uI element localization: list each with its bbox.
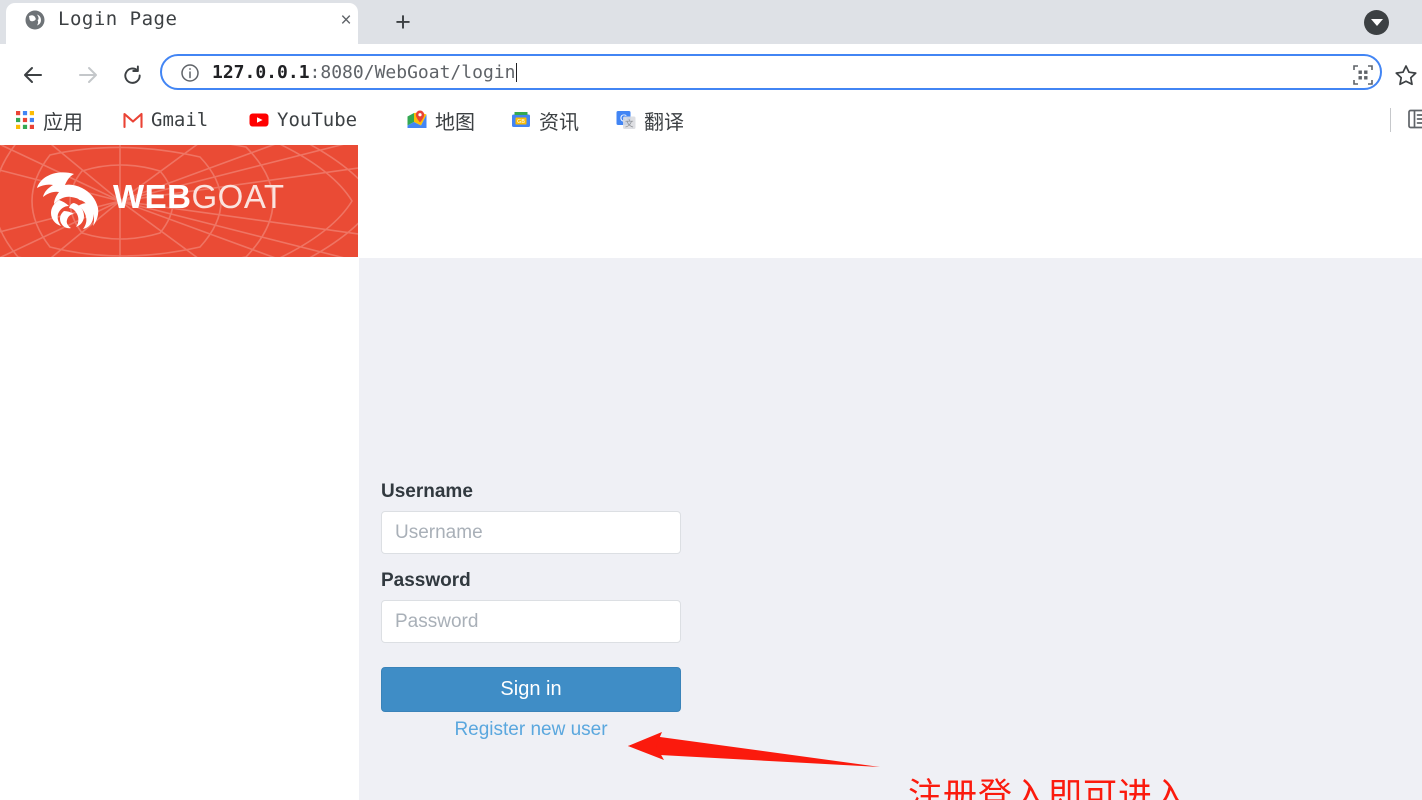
apps-grid-icon bbox=[14, 109, 36, 131]
translate-icon: G 文 bbox=[615, 109, 637, 131]
register-new-user-link[interactable]: Register new user bbox=[381, 719, 681, 741]
reload-icon[interactable] bbox=[112, 55, 152, 95]
brand-goat: GOAT bbox=[191, 178, 285, 215]
username-input[interactable] bbox=[381, 511, 681, 554]
page-header-white-area bbox=[359, 144, 1422, 258]
webgoat-brand-banner: WEBGOAT bbox=[0, 145, 358, 257]
bookmark-apps[interactable]: 应用 bbox=[14, 105, 83, 135]
bookmark-translate[interactable]: G 文 翻译 bbox=[615, 105, 684, 135]
bookmark-label: Gmail bbox=[151, 109, 209, 131]
bookmark-maps[interactable]: 地图 bbox=[406, 105, 475, 135]
bookmark-label: YouTube bbox=[277, 109, 358, 131]
bookmark-label: 资讯 bbox=[539, 109, 579, 134]
password-input[interactable] bbox=[381, 600, 681, 643]
bookmark-label: 翻译 bbox=[644, 109, 684, 134]
form-spacer bbox=[381, 554, 681, 570]
bookmark-gmail[interactable]: Gmail bbox=[122, 105, 208, 135]
svg-text:GB: GB bbox=[517, 119, 525, 125]
svg-text:文: 文 bbox=[625, 119, 634, 130]
arrow-left-icon[interactable] bbox=[13, 55, 53, 95]
bookmark-label: 应用 bbox=[43, 109, 83, 134]
text-caret bbox=[516, 63, 518, 82]
annotation-text: 注册登入即可进入 bbox=[908, 776, 1188, 800]
browser-window: Login Page × + 127.0.0.1:8080/WebGoat/lo… bbox=[0, 0, 1422, 800]
brand-web: WEB bbox=[113, 178, 192, 215]
tab-title: Login Page bbox=[58, 8, 178, 30]
address-bar[interactable]: 127.0.0.1:8080/WebGoat/login bbox=[160, 54, 1417, 90]
youtube-icon bbox=[248, 109, 270, 131]
new-tab-button[interactable]: + bbox=[386, 6, 420, 40]
arrow-right-icon bbox=[68, 55, 108, 95]
reading-list-icon[interactable] bbox=[1406, 107, 1422, 131]
info-circle-icon[interactable] bbox=[180, 63, 200, 83]
sign-in-button[interactable]: Sign in bbox=[381, 667, 681, 712]
chevron-down-triangle bbox=[1370, 19, 1383, 26]
star-icon[interactable] bbox=[1394, 63, 1418, 87]
qr-code-icon[interactable] bbox=[1352, 64, 1374, 86]
tab-strip: Login Page × + bbox=[0, 0, 1422, 44]
gmail-icon bbox=[122, 109, 144, 131]
brand-wordmark: WEBGOAT bbox=[113, 178, 285, 216]
goat-head-icon bbox=[26, 167, 114, 237]
address-bar-url[interactable]: 127.0.0.1:8080/WebGoat/login bbox=[212, 62, 518, 83]
chevron-down-icon[interactable] bbox=[1364, 10, 1389, 35]
maps-icon bbox=[406, 109, 428, 131]
news-icon: GB bbox=[510, 109, 532, 131]
bookmark-news[interactable]: GB 资讯 bbox=[510, 105, 579, 135]
close-icon[interactable]: × bbox=[336, 11, 356, 31]
bookmarks-bar bbox=[0, 100, 1422, 142]
bookmark-youtube[interactable]: YouTube bbox=[248, 105, 357, 135]
globe-icon bbox=[24, 9, 46, 31]
login-content-area: Username Password Sign in Register new u… bbox=[359, 258, 1422, 800]
login-form: Username Password Sign in Register new u… bbox=[381, 481, 681, 741]
password-label: Password bbox=[381, 570, 471, 591]
url-path: :8080/WebGoat/login bbox=[309, 62, 516, 83]
url-host: 127.0.0.1 bbox=[212, 62, 310, 83]
bookmarks-separator bbox=[1390, 108, 1391, 132]
bookmark-label: 地图 bbox=[435, 109, 475, 134]
username-label: Username bbox=[381, 481, 473, 502]
page-viewport: WEBGOAT Username Password Sign in Regist… bbox=[0, 144, 1422, 800]
